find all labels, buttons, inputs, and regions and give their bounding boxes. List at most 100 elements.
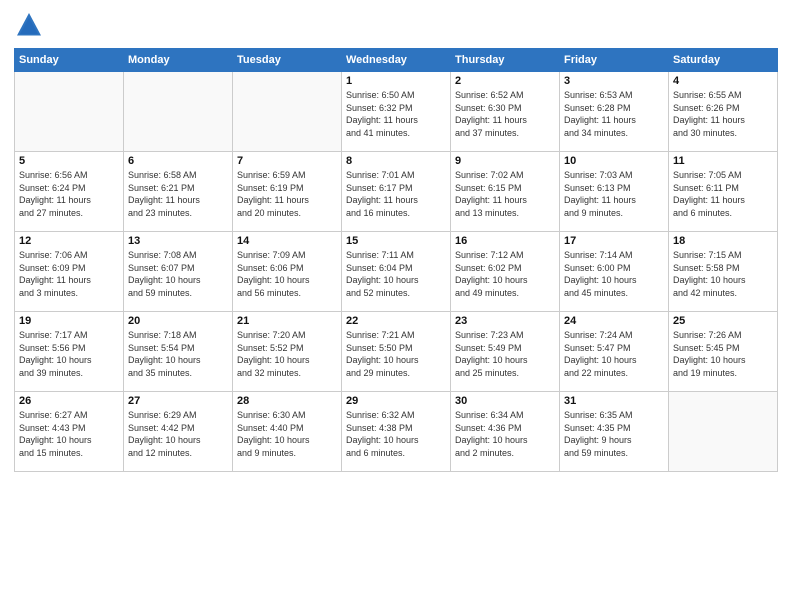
day-number: 6 bbox=[128, 155, 228, 167]
day-cell: 17 Sunrise: 7:14 AM Sunset: 6:00 PM Dayli… bbox=[560, 232, 669, 312]
day-cell bbox=[15, 72, 124, 152]
day-number: 2 bbox=[455, 75, 555, 87]
day-number: 3 bbox=[564, 75, 664, 87]
logo bbox=[14, 10, 48, 40]
day-cell: 15 Sunrise: 7:11 AM Sunset: 6:04 PM Dayli… bbox=[342, 232, 451, 312]
day-number: 28 bbox=[237, 395, 337, 407]
day-cell bbox=[669, 392, 778, 472]
day-cell: 3Sunrise: 6:53 AM Sunset: 6:28 PM Daylig… bbox=[560, 72, 669, 152]
week-row-2: 5 Sunrise: 6:56 AM Sunset: 6:24 PM Daylig… bbox=[15, 152, 778, 232]
day-number: 23 bbox=[455, 315, 555, 327]
day-info: Sunrise: 7:20 AM Sunset: 5:52 PM Dayligh… bbox=[237, 329, 337, 379]
day-cell: 16Sunrise: 7:12 AM Sunset: 6:02 PM Dayli… bbox=[451, 232, 560, 312]
day-info: Sunrise: 6:56 AM Sunset: 6:24 PM Dayligh… bbox=[19, 169, 119, 219]
day-number: 21 bbox=[237, 315, 337, 327]
logo-icon bbox=[14, 10, 44, 40]
day-number: 10 bbox=[564, 155, 664, 167]
day-info: Sunrise: 7:09 AM Sunset: 6:06 PM Dayligh… bbox=[237, 249, 337, 299]
day-info: Sunrise: 6:35 AM Sunset: 4:35 PM Dayligh… bbox=[564, 409, 664, 459]
week-row-5: 26Sunrise: 6:27 AM Sunset: 4:43 PM Dayli… bbox=[15, 392, 778, 472]
day-number: 29 bbox=[346, 395, 446, 407]
day-number: 7 bbox=[237, 155, 337, 167]
day-info: Sunrise: 7:24 AM Sunset: 5:47 PM Dayligh… bbox=[564, 329, 664, 379]
day-info: Sunrise: 7:21 AM Sunset: 5:50 PM Dayligh… bbox=[346, 329, 446, 379]
day-number: 16 bbox=[455, 235, 555, 247]
weekday-header-wednesday: Wednesday bbox=[342, 49, 451, 72]
day-number: 31 bbox=[564, 395, 664, 407]
week-row-4: 19Sunrise: 7:17 AM Sunset: 5:56 PM Dayli… bbox=[15, 312, 778, 392]
day-info: Sunrise: 6:32 AM Sunset: 4:38 PM Dayligh… bbox=[346, 409, 446, 459]
day-number: 18 bbox=[673, 235, 773, 247]
day-number: 14 bbox=[237, 235, 337, 247]
day-cell: 14 Sunrise: 7:09 AM Sunset: 6:06 PM Dayli… bbox=[233, 232, 342, 312]
day-number: 22 bbox=[346, 315, 446, 327]
day-cell: 24 Sunrise: 7:24 AM Sunset: 5:47 PM Dayli… bbox=[560, 312, 669, 392]
weekday-header-thursday: Thursday bbox=[451, 49, 560, 72]
day-cell: 10 Sunrise: 7:03 AM Sunset: 6:13 PM Dayli… bbox=[560, 152, 669, 232]
day-info: Sunrise: 7:14 AM Sunset: 6:00 PM Dayligh… bbox=[564, 249, 664, 299]
day-number: 13 bbox=[128, 235, 228, 247]
day-number: 1 bbox=[346, 75, 446, 87]
day-cell: 30 Sunrise: 6:34 AM Sunset: 4:36 PM Dayli… bbox=[451, 392, 560, 472]
week-row-1: 1 Sunrise: 6:50 AM Sunset: 6:32 PM Daylig… bbox=[15, 72, 778, 152]
day-number: 24 bbox=[564, 315, 664, 327]
day-info: Sunrise: 7:08 AM Sunset: 6:07 PM Dayligh… bbox=[128, 249, 228, 299]
day-cell bbox=[233, 72, 342, 152]
day-info: Sunrise: 6:34 AM Sunset: 4:36 PM Dayligh… bbox=[455, 409, 555, 459]
day-info: Sunrise: 6:30 AM Sunset: 4:40 PM Dayligh… bbox=[237, 409, 337, 459]
day-cell: 4Sunrise: 6:55 AM Sunset: 6:26 PM Daylig… bbox=[669, 72, 778, 152]
day-number: 8 bbox=[346, 155, 446, 167]
day-info: Sunrise: 7:11 AM Sunset: 6:04 PM Dayligh… bbox=[346, 249, 446, 299]
day-cell bbox=[124, 72, 233, 152]
day-cell: 23 Sunrise: 7:23 AM Sunset: 5:49 PM Dayli… bbox=[451, 312, 560, 392]
day-info: Sunrise: 7:03 AM Sunset: 6:13 PM Dayligh… bbox=[564, 169, 664, 219]
day-info: Sunrise: 7:15 AM Sunset: 5:58 PM Dayligh… bbox=[673, 249, 773, 299]
day-number: 12 bbox=[19, 235, 119, 247]
day-info: Sunrise: 7:18 AM Sunset: 5:54 PM Dayligh… bbox=[128, 329, 228, 379]
day-cell: 26Sunrise: 6:27 AM Sunset: 4:43 PM Dayli… bbox=[15, 392, 124, 472]
day-info: Sunrise: 7:02 AM Sunset: 6:15 PM Dayligh… bbox=[455, 169, 555, 219]
day-cell: 28 Sunrise: 6:30 AM Sunset: 4:40 PM Dayli… bbox=[233, 392, 342, 472]
day-cell: 1 Sunrise: 6:50 AM Sunset: 6:32 PM Daylig… bbox=[342, 72, 451, 152]
day-cell: 12Sunrise: 7:06 AM Sunset: 6:09 PM Dayli… bbox=[15, 232, 124, 312]
day-number: 30 bbox=[455, 395, 555, 407]
calendar-table: SundayMondayTuesdayWednesdayThursdayFrid… bbox=[14, 48, 778, 472]
day-info: Sunrise: 7:05 AM Sunset: 6:11 PM Dayligh… bbox=[673, 169, 773, 219]
day-cell: 5 Sunrise: 6:56 AM Sunset: 6:24 PM Daylig… bbox=[15, 152, 124, 232]
day-cell: 20Sunrise: 7:18 AM Sunset: 5:54 PM Dayli… bbox=[124, 312, 233, 392]
day-number: 11 bbox=[673, 155, 773, 167]
day-number: 9 bbox=[455, 155, 555, 167]
day-number: 17 bbox=[564, 235, 664, 247]
week-row-3: 12Sunrise: 7:06 AM Sunset: 6:09 PM Dayli… bbox=[15, 232, 778, 312]
header bbox=[14, 10, 778, 40]
weekday-header-saturday: Saturday bbox=[669, 49, 778, 72]
day-info: Sunrise: 6:29 AM Sunset: 4:42 PM Dayligh… bbox=[128, 409, 228, 459]
day-cell: 7Sunrise: 6:59 AM Sunset: 6:19 PM Daylig… bbox=[233, 152, 342, 232]
day-cell: 9 Sunrise: 7:02 AM Sunset: 6:15 PM Daylig… bbox=[451, 152, 560, 232]
day-cell: 29 Sunrise: 6:32 AM Sunset: 4:38 PM Dayli… bbox=[342, 392, 451, 472]
day-cell: 21 Sunrise: 7:20 AM Sunset: 5:52 PM Dayli… bbox=[233, 312, 342, 392]
day-number: 5 bbox=[19, 155, 119, 167]
weekday-header-tuesday: Tuesday bbox=[233, 49, 342, 72]
day-cell: 31 Sunrise: 6:35 AM Sunset: 4:35 PM Dayli… bbox=[560, 392, 669, 472]
day-cell: 22 Sunrise: 7:21 AM Sunset: 5:50 PM Dayli… bbox=[342, 312, 451, 392]
day-number: 19 bbox=[19, 315, 119, 327]
weekday-header-row: SundayMondayTuesdayWednesdayThursdayFrid… bbox=[15, 49, 778, 72]
weekday-header-sunday: Sunday bbox=[15, 49, 124, 72]
day-cell: 13 Sunrise: 7:08 AM Sunset: 6:07 PM Dayli… bbox=[124, 232, 233, 312]
day-cell: 27 Sunrise: 6:29 AM Sunset: 4:42 PM Dayli… bbox=[124, 392, 233, 472]
day-info: Sunrise: 6:50 AM Sunset: 6:32 PM Dayligh… bbox=[346, 89, 446, 139]
day-cell: 2 Sunrise: 6:52 AM Sunset: 6:30 PM Daylig… bbox=[451, 72, 560, 152]
day-cell: 25Sunrise: 7:26 AM Sunset: 5:45 PM Dayli… bbox=[669, 312, 778, 392]
day-info: Sunrise: 6:58 AM Sunset: 6:21 PM Dayligh… bbox=[128, 169, 228, 219]
day-info: Sunrise: 7:23 AM Sunset: 5:49 PM Dayligh… bbox=[455, 329, 555, 379]
day-number: 27 bbox=[128, 395, 228, 407]
day-cell: 18 Sunrise: 7:15 AM Sunset: 5:58 PM Dayli… bbox=[669, 232, 778, 312]
day-number: 15 bbox=[346, 235, 446, 247]
day-number: 4 bbox=[673, 75, 773, 87]
day-cell: 11 Sunrise: 7:05 AM Sunset: 6:11 PM Dayli… bbox=[669, 152, 778, 232]
weekday-header-monday: Monday bbox=[124, 49, 233, 72]
day-cell: 19Sunrise: 7:17 AM Sunset: 5:56 PM Dayli… bbox=[15, 312, 124, 392]
day-info: Sunrise: 6:52 AM Sunset: 6:30 PM Dayligh… bbox=[455, 89, 555, 139]
day-info: Sunrise: 6:27 AM Sunset: 4:43 PM Dayligh… bbox=[19, 409, 119, 459]
